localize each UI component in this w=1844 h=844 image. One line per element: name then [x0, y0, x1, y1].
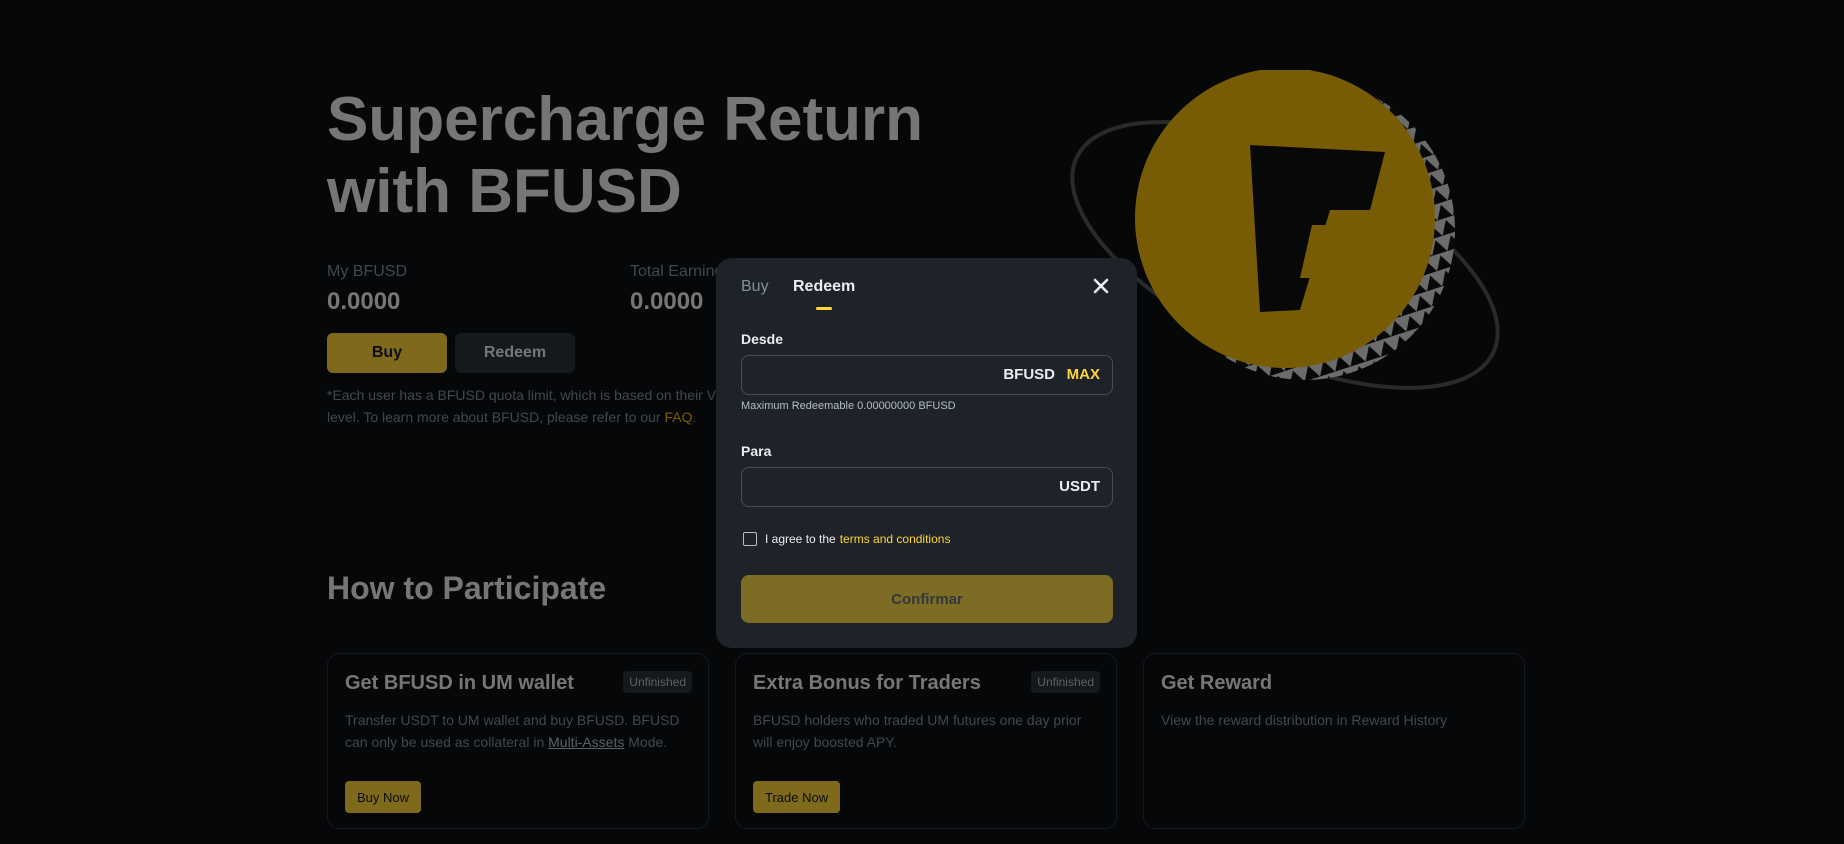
- from-label: Desde: [741, 331, 784, 347]
- to-amount-field[interactable]: USDT: [741, 467, 1113, 507]
- terms-link[interactable]: terms and conditions: [840, 532, 951, 546]
- from-amount-field[interactable]: BFUSD MAX: [741, 355, 1113, 395]
- tab-buy[interactable]: Buy: [741, 278, 769, 296]
- redeem-modal: Buy Redeem Desde BFUSD MAX Maximum Redee…: [716, 258, 1137, 648]
- max-button[interactable]: MAX: [1067, 366, 1100, 383]
- agree-checkbox[interactable]: [743, 532, 757, 546]
- from-currency: BFUSD: [1003, 366, 1055, 383]
- confirm-button[interactable]: Confirmar: [741, 575, 1113, 623]
- tab-redeem[interactable]: Redeem: [793, 278, 855, 296]
- to-amount-input[interactable]: [754, 476, 958, 500]
- max-redeemable-hint: Maximum Redeemable 0.00000000 BFUSD: [741, 400, 956, 412]
- active-tab-indicator: [816, 307, 832, 310]
- to-label: Para: [741, 443, 772, 459]
- close-icon[interactable]: [1091, 276, 1111, 296]
- terms-agreement: I agree to the terms and conditions: [743, 532, 950, 546]
- agree-text: I agree to the: [765, 532, 836, 546]
- to-currency: USDT: [1059, 478, 1100, 495]
- from-amount-input[interactable]: [754, 364, 958, 388]
